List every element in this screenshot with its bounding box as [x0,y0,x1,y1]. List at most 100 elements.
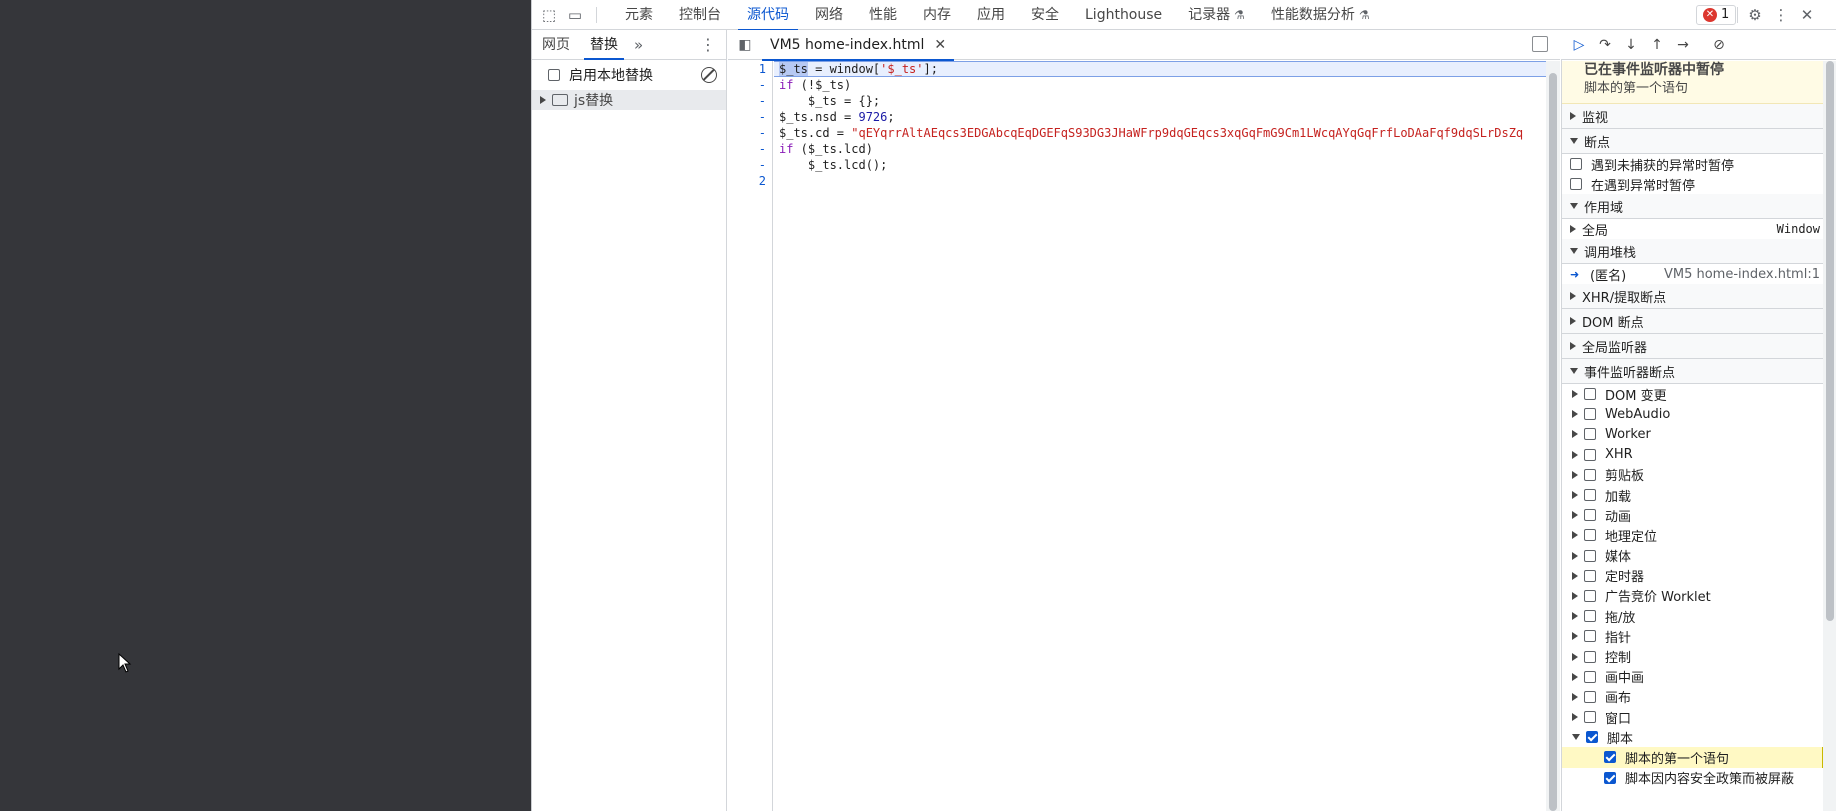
event-category-checkbox[interactable] [1584,489,1596,502]
tab-3[interactable]: 网络 [802,0,856,30]
expand-arrow-icon[interactable] [1572,531,1578,540]
event-category-row[interactable]: 窗口 [1562,707,1824,727]
expand-arrow-icon[interactable] [540,96,546,104]
tab-5[interactable]: 内存 [910,0,964,30]
expand-arrow-icon[interactable] [1572,652,1578,661]
expand-arrow-icon[interactable] [1572,511,1578,520]
expand-arrow-icon[interactable] [1572,612,1578,621]
error-count-badge[interactable]: ✕ 1 [1696,5,1737,25]
event-category-checkbox[interactable] [1584,428,1596,441]
step-out-icon[interactable]: ↑ [1647,36,1667,54]
section-watch[interactable]: 监视 [1562,104,1824,129]
event-category-row[interactable]: WebAudio [1562,404,1824,424]
expand-arrow-icon[interactable] [1572,410,1578,419]
event-category-checkbox[interactable] [1584,610,1596,623]
event-category-checkbox[interactable] [1584,509,1596,522]
pause-uncaught-checkbox[interactable] [1570,158,1582,170]
toggle-navigator-icon[interactable]: ◧ [728,37,762,53]
tab-7[interactable]: 安全 [1018,0,1072,30]
line-number[interactable]: - [728,109,772,125]
event-category-checkbox[interactable] [1584,408,1596,421]
tab-4[interactable]: 性能 [856,0,910,30]
event-subitem-row[interactable]: 脚本因内容安全政策而被屏蔽 [1562,768,1824,788]
more-options-icon[interactable]: ⋮ [1770,5,1792,25]
more-tabs-chevron-icon[interactable]: » [628,30,649,59]
event-category-checkbox[interactable] [1584,549,1596,562]
event-category-checkbox[interactable] [1584,650,1596,663]
expand-arrow-icon[interactable] [1570,225,1576,233]
section-call-stack[interactable]: 调用堆栈 [1562,239,1824,264]
expand-arrow-icon[interactable] [1572,692,1578,701]
folder-tree-item[interactable]: js替换 [532,90,726,110]
toggle-debugger-icon[interactable] [1532,36,1548,52]
page-viewport[interactable] [0,0,531,811]
expand-arrow-icon[interactable] [1572,390,1578,399]
tab-10[interactable]: 性能数据分析 ⚗ [1258,0,1383,30]
event-category-row[interactable]: Worker [1562,424,1824,444]
debugger-scroll-thumb[interactable] [1826,61,1834,621]
event-category-checkbox[interactable] [1584,388,1596,401]
device-toolbar-icon[interactable]: ▭ [564,5,586,25]
event-category-checkbox[interactable] [1584,690,1596,703]
line-number[interactable]: - [728,125,772,141]
event-subitem-checkbox[interactable] [1604,751,1616,764]
tab-2[interactable]: 源代码 [734,0,802,31]
enable-local-overrides-checkbox[interactable] [548,69,560,81]
line-number[interactable]: - [728,157,772,173]
call-frame-row[interactable]: ➜ (匿名) VM5 home-index.html:1 [1562,264,1824,284]
event-category-row[interactable]: 剪贴板 [1562,465,1824,485]
event-category-row[interactable]: 定时器 [1562,566,1824,586]
line-number[interactable]: - [728,77,772,93]
line-number[interactable]: - [728,141,772,157]
expand-arrow-icon[interactable] [1572,470,1578,479]
navigator-menu-icon[interactable]: ⋮ [700,30,716,60]
tab-8[interactable]: Lighthouse [1072,0,1175,30]
tab-0[interactable]: 元素 [612,0,666,30]
clear-overrides-icon[interactable] [701,67,717,83]
expand-arrow-icon[interactable] [1572,672,1578,681]
event-subitem-checkbox[interactable] [1604,771,1616,784]
debugger-scrollbar[interactable] [1823,61,1836,811]
event-subitem-row[interactable]: 脚本的第一个语句 [1562,747,1824,768]
step-into-icon[interactable]: ↓ [1621,36,1641,54]
event-category-checkbox[interactable] [1584,529,1596,542]
expand-arrow-icon[interactable] [1572,713,1578,722]
settings-gear-icon[interactable]: ⚙ [1744,5,1766,25]
line-number-gutter[interactable]: 1------2 [728,61,773,811]
section-global-listeners[interactable]: 全局监听器 [1562,334,1824,359]
event-category-checkbox[interactable] [1584,711,1596,724]
section-xhr-breakpoints[interactable]: XHR/提取断点 [1562,284,1824,309]
section-scope[interactable]: 作用域 [1562,194,1824,219]
event-category-row[interactable]: 地理定位 [1562,525,1824,545]
event-category-checkbox[interactable] [1584,630,1596,643]
pause-caught-checkbox[interactable] [1570,178,1582,190]
event-category-row[interactable]: XHR [1562,445,1824,465]
event-category-checkbox[interactable] [1584,569,1596,582]
event-category-checkbox[interactable] [1584,448,1596,461]
event-category-row[interactable]: 媒体 [1562,546,1824,566]
event-category-checkbox[interactable] [1584,670,1596,683]
event-category-row[interactable]: 画布 [1562,687,1824,707]
call-frame-location[interactable]: VM5 home-index.html:1 [1664,267,1820,282]
event-category-row[interactable]: 广告竞价 Worklet [1562,586,1824,606]
expand-arrow-icon[interactable] [1572,491,1578,500]
section-event-listener-breakpoints[interactable]: 事件监听器断点 [1562,359,1824,384]
deactivate-breakpoints-icon[interactable]: ⊘ [1709,36,1729,54]
editor-file-tab[interactable]: VM5 home-index.html ✕ [762,30,955,61]
step-icon[interactable]: → [1673,36,1693,54]
section-dom-breakpoints[interactable]: DOM 断点 [1562,309,1824,334]
tab-6[interactable]: 应用 [964,0,1018,30]
expand-arrow-icon[interactable] [1572,551,1578,560]
scope-global-row[interactable]: 全局 Window [1562,219,1824,239]
line-number[interactable]: - [728,93,772,109]
event-category-checkbox[interactable] [1586,731,1598,744]
line-number[interactable]: 2 [728,173,772,189]
inspect-element-icon[interactable]: ⬚ [538,5,560,25]
expand-arrow-icon[interactable] [1572,591,1578,600]
event-category-checkbox[interactable] [1584,468,1596,481]
event-category-row[interactable]: DOM 变更 [1562,384,1824,404]
tab-9[interactable]: 记录器 ⚗ [1175,0,1258,30]
close-devtools-icon[interactable]: ✕ [1796,5,1818,25]
event-category-row[interactable]: 动画 [1562,505,1824,525]
expand-arrow-icon[interactable] [1572,632,1578,641]
